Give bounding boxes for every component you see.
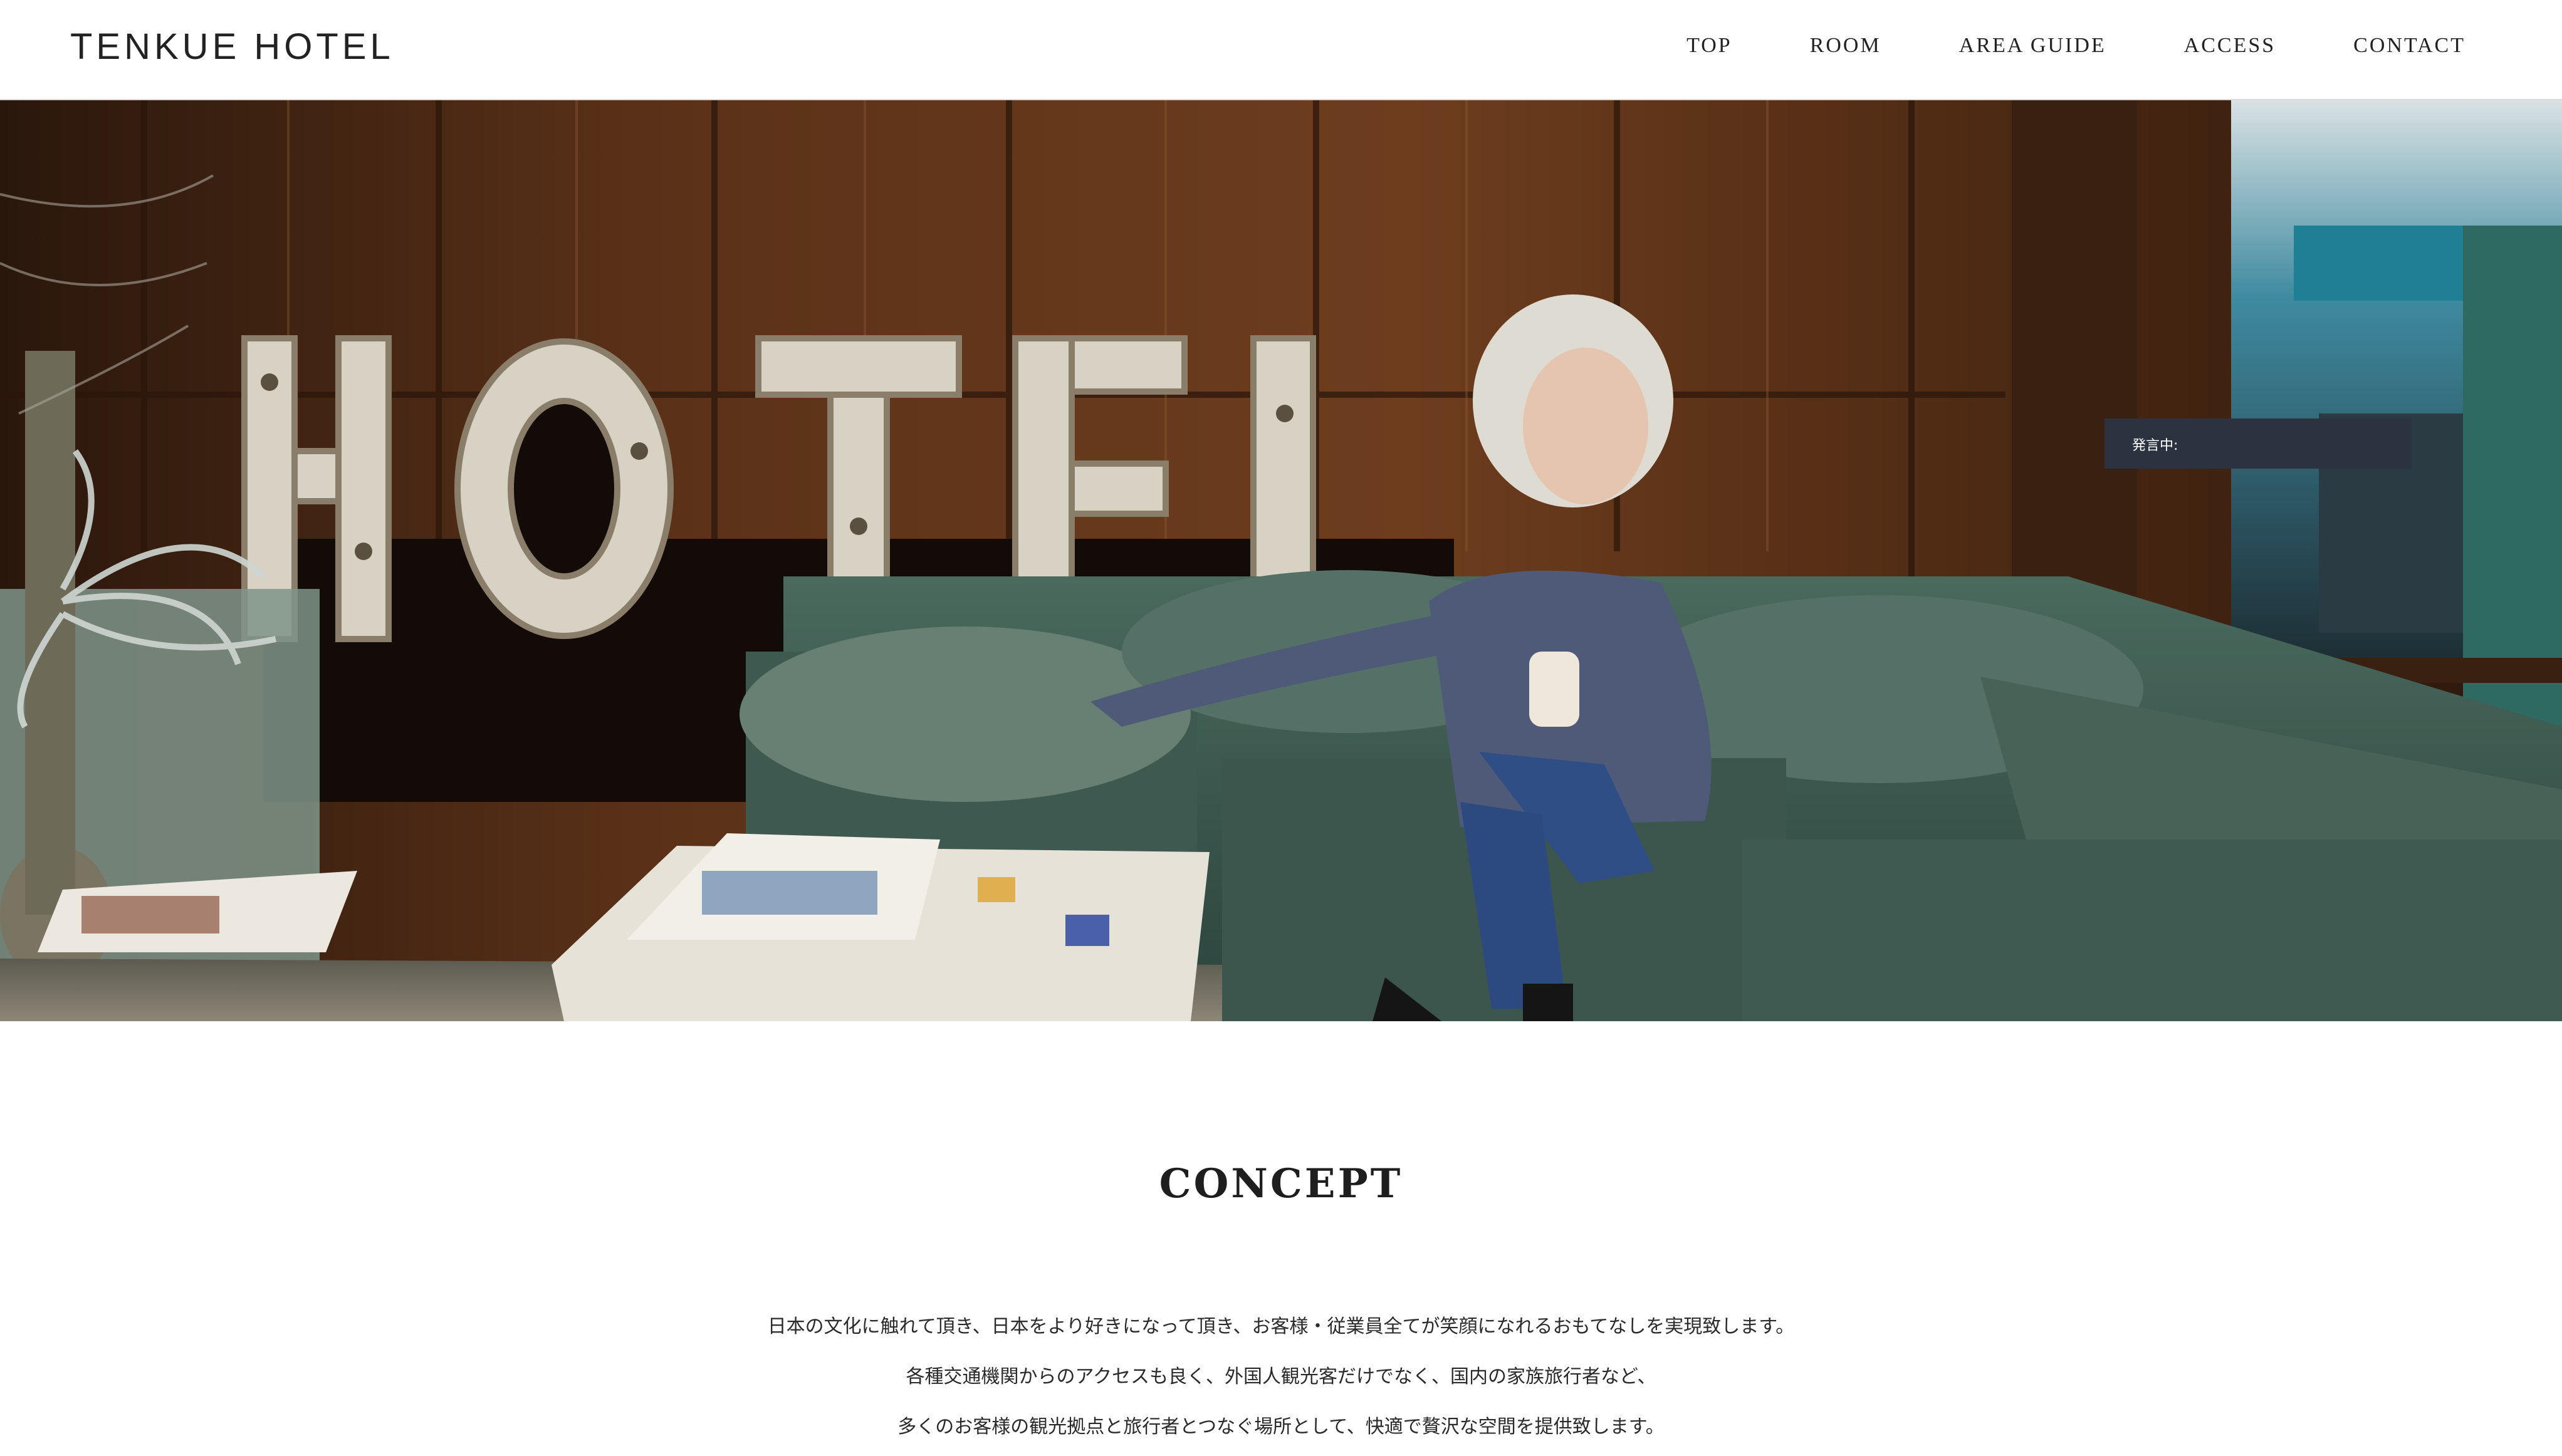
concept-line: 多くのお客様の観光拠点と旅行者とつなぐ場所として、快適で贅沢な空間を提供致します… (897, 1416, 1665, 1438)
concept-line: 日本の文化に触れて頂き、日本をより好きになって頂き、お客様・従業員全てが笑顔にな… (767, 1316, 1795, 1338)
nav-item-access[interactable]: ACCESS (2184, 30, 2276, 61)
nav-item-area-guide[interactable]: AREA GUIDE (1959, 30, 2106, 61)
hero-image: 発言中: (0, 100, 2562, 1021)
concept-title: CONCEPT (1159, 1160, 1403, 1207)
concept-section: CONCEPT 日本の文化に触れて頂き、日本をより好きになって頂き、お客様・従業… (0, 1021, 2562, 1456)
nav-item-room[interactable]: ROOM (1810, 30, 1881, 61)
main-nav: TOP ROOM AREA GUIDE ACCESS CONTACT (1609, 30, 2465, 61)
nav-item-contact[interactable]: CONTACT (2353, 30, 2465, 61)
concept-line: 各種交通機関からのアクセスも良く、外国人観光客だけでなく、国内の家族旅行者など、 (906, 1366, 1656, 1388)
nav-item-top[interactable]: TOP (1686, 30, 1732, 61)
speech-indicator: 発言中: (2104, 419, 2412, 469)
hero-photo (0, 100, 2562, 1021)
site-header: TENKUE HOTEL TOP ROOM AREA GUIDE ACCESS … (0, 0, 2562, 100)
concept-text: 日本の文化に触れて頂き、日本をより好きになって頂き、お客様・従業員全てが笑顔にな… (0, 1302, 2562, 1452)
site-logo[interactable]: TENKUE HOTEL (70, 25, 394, 69)
